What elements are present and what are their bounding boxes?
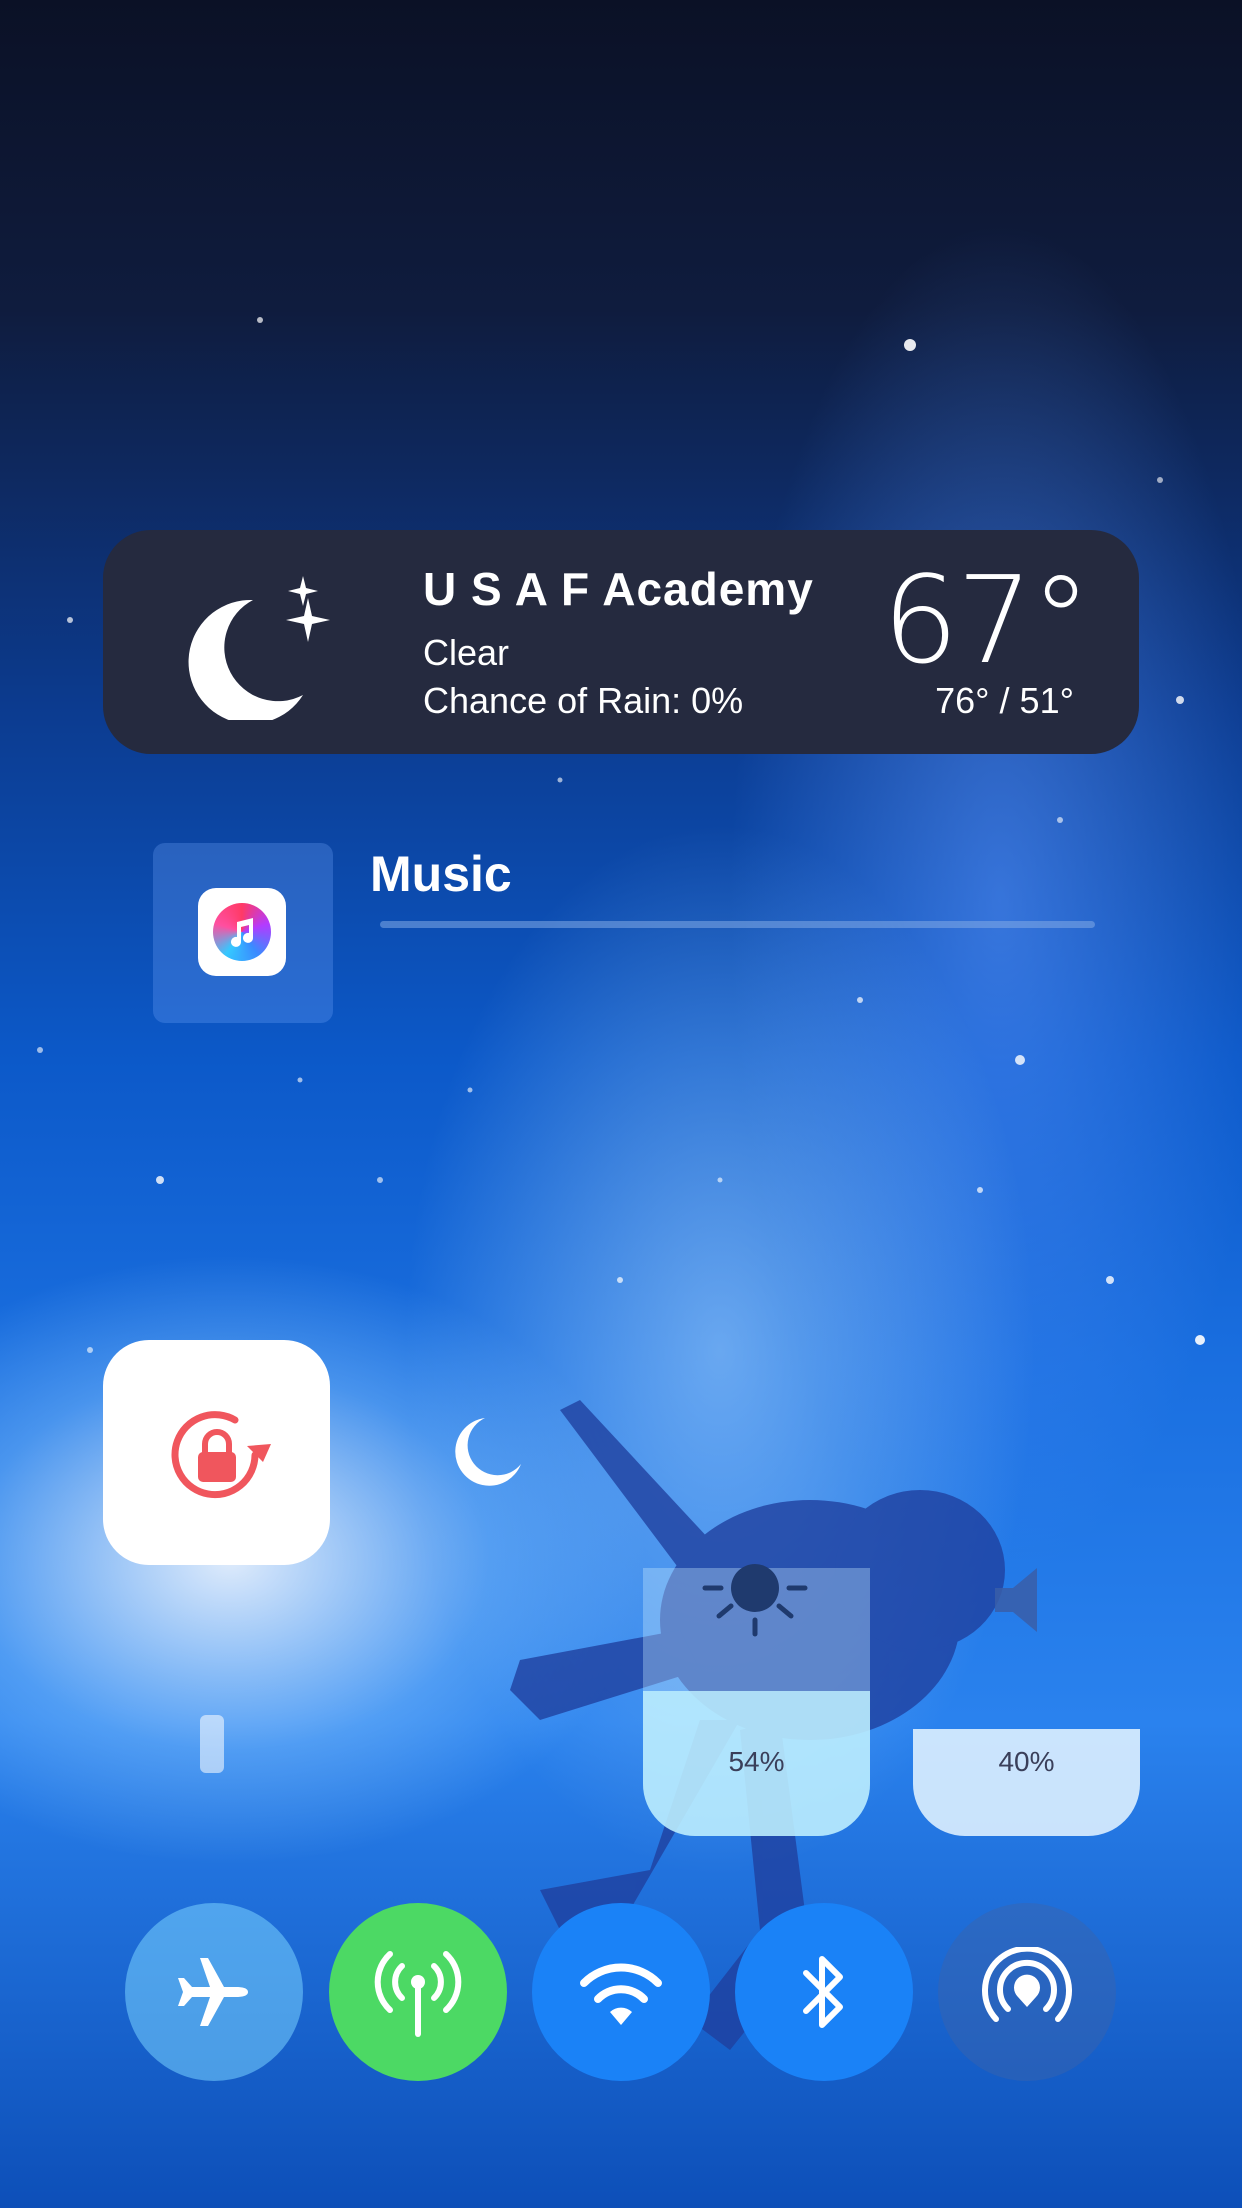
- flashlight-button[interactable]: [200, 1715, 224, 1773]
- music-title: Music: [370, 846, 512, 902]
- bluetooth-toggle[interactable]: [735, 1903, 913, 2081]
- sun-icon: [702, 1564, 808, 1637]
- background-stars: [37, 317, 1205, 1353]
- weather-high-low: 76° / 51°: [935, 680, 1074, 721]
- speaker-icon: [995, 1568, 1037, 1632]
- weather-location: U S A F Academy: [423, 563, 814, 615]
- weather-condition: Clear: [423, 632, 510, 673]
- cellular-data-toggle[interactable]: [329, 1903, 507, 2081]
- wifi-icon: [580, 1963, 662, 2025]
- music-artwork-tile[interactable]: [153, 843, 333, 1023]
- music-note-icon: [231, 918, 253, 947]
- weather-temperature: 67°: [882, 552, 1091, 691]
- bluetooth-icon: [803, 1956, 843, 2028]
- rotation-lock-icon: [171, 1411, 271, 1499]
- wifi-toggle[interactable]: [532, 1903, 710, 2081]
- music-app-icon: [198, 888, 286, 976]
- weather-widget[interactable]: U S A F Academy Clear Chance of Rain: 0%…: [103, 530, 1139, 754]
- rotation-lock-button[interactable]: [103, 1340, 330, 1565]
- weather-rain-chance: Chance of Rain: 0%: [423, 680, 744, 721]
- airplane-mode-toggle[interactable]: [125, 1903, 303, 2081]
- airplane-icon: [178, 1958, 248, 2026]
- music-progress-bar[interactable]: [380, 921, 1095, 928]
- airdrop-icon: [982, 1947, 1072, 2022]
- brightness-label: 54%: [728, 1746, 785, 1777]
- volume-label: 40%: [998, 1746, 1055, 1777]
- volume-level-fill: [913, 1728, 1140, 1836]
- do-not-disturb-button[interactable]: [445, 1410, 525, 1490]
- moon-stars-icon: [188, 576, 330, 720]
- airdrop-toggle[interactable]: [938, 1903, 1116, 2081]
- antenna-icon: [374, 1951, 462, 2037]
